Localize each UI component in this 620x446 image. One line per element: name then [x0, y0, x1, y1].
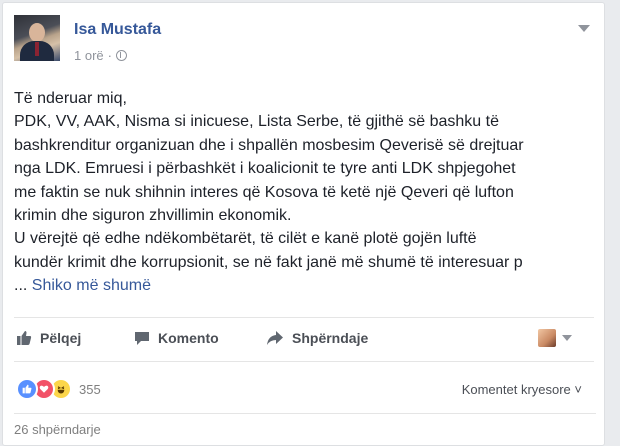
post-line: krimin dhe siguron zhvillimin ekonomik. [14, 207, 292, 225]
reaction-summary[interactable]: 355 [16, 378, 101, 400]
chevron-down-icon[interactable] [578, 25, 590, 32]
reactions-bar: 355 Komentet kryesore ˅ [14, 361, 594, 414]
avatar-tie [35, 42, 39, 56]
meta-separator: · [107, 48, 112, 63]
comment-label: Komento [158, 330, 219, 346]
author-name[interactable]: Isa Mustafa [74, 21, 161, 39]
post-line: bashkrenditur organizuan dhe i shpallën … [14, 136, 524, 154]
post-header: Isa Mustafa 1 orë · [14, 15, 594, 67]
share-icon [267, 331, 283, 345]
post-as-selector[interactable] [538, 329, 572, 347]
post-line: U vërejtë që edhe ndëkombëtarët, të cilë… [14, 230, 477, 248]
globe-icon[interactable] [115, 50, 127, 61]
post-timestamp[interactable]: 1 orë [74, 48, 104, 63]
post-line: PDK, VV, AAK, Nisma si inicuese, Lista S… [14, 113, 499, 131]
top-comments-filter[interactable]: Komentet kryesore ˅ [462, 382, 582, 397]
see-more-line: ... Shiko më shumë [14, 274, 599, 297]
reaction-count: 355 [79, 381, 101, 397]
avatar-face [29, 23, 45, 42]
post-card: Isa Mustafa 1 orë · Të nderuar miq, PDK,… [2, 2, 605, 446]
thumbs-up-icon [17, 331, 32, 345]
post-line: me faktin se nuk shihnin interes që Koso… [14, 183, 514, 201]
post-body: Të nderuar miq, PDK, VV, AAK, Nisma si i… [14, 87, 599, 298]
like-button[interactable]: Pëlqej [16, 330, 81, 346]
post-line: nga LDK. Emruesi i përbashkët i koalicio… [14, 160, 516, 178]
post-meta: 1 orë · [74, 48, 127, 63]
post-line: kundër krimit dhe korrupsionit, se në fa… [14, 253, 523, 271]
ellipsis: ... [14, 277, 28, 295]
share-count[interactable]: 26 shpërndarje [14, 413, 596, 437]
share-label: Shpërndaje [292, 330, 369, 346]
like-label: Pëlqej [40, 330, 82, 346]
caret-down-icon [562, 335, 572, 341]
comment-icon [135, 332, 149, 345]
see-more-link[interactable]: Shiko më shumë [32, 277, 151, 294]
like-icon [16, 378, 38, 400]
comment-button[interactable]: Komento [134, 330, 219, 346]
actor-avatar [538, 329, 556, 347]
author-avatar[interactable] [14, 15, 60, 61]
action-bar: Pëlqej Komento Shpërndaje [14, 317, 594, 361]
share-button[interactable]: Shpërndaje [266, 330, 368, 346]
post-line: Të nderuar miq, [14, 90, 127, 107]
